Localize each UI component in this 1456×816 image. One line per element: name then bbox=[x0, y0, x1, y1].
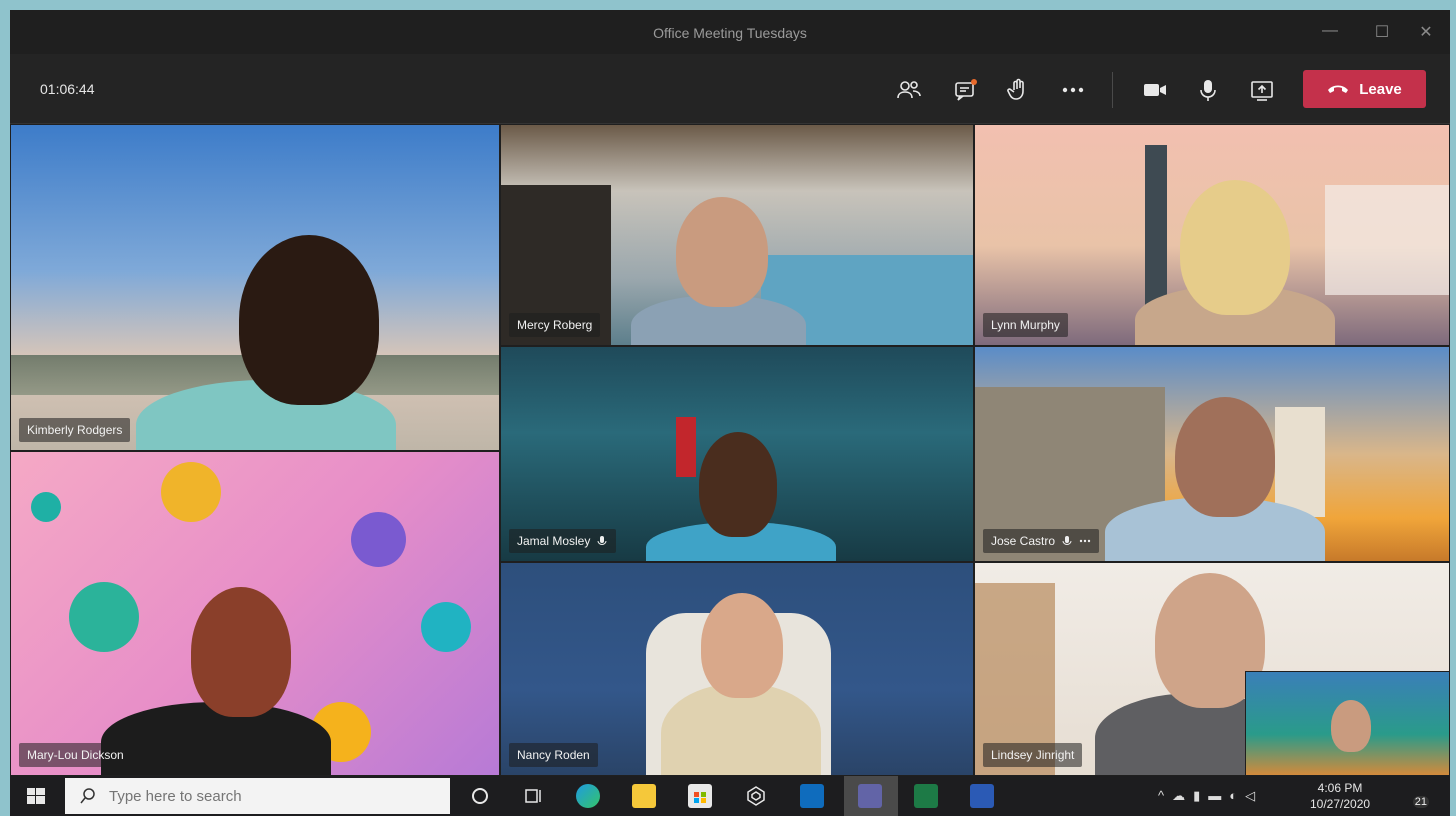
participant-name: Lynn Murphy bbox=[991, 318, 1060, 332]
red-accent-background bbox=[676, 417, 696, 477]
participant-name: Kimberly Rodgers bbox=[27, 423, 123, 437]
video-grid: Kimberly Rodgers Mercy Roberg Lynn Murph… bbox=[10, 124, 1450, 776]
video-tile-lindsey[interactable]: Lindsey Jinright bbox=[974, 562, 1450, 776]
participant-face bbox=[676, 197, 768, 307]
search-icon bbox=[80, 788, 95, 804]
window-title: Office Meeting Tuesdays bbox=[653, 25, 807, 41]
task-view-icon[interactable] bbox=[522, 784, 546, 808]
title-bar: Office Meeting Tuesdays — ☐ ✕ bbox=[10, 10, 1450, 54]
participant-name: Jose Castro bbox=[991, 534, 1056, 548]
participant-name: Mary-Lou Dickson bbox=[27, 748, 124, 762]
leave-button[interactable]: Leave bbox=[1303, 70, 1426, 108]
participant-face bbox=[699, 432, 777, 537]
system-clock[interactable]: 4:06 PM 10/27/2020 bbox=[1310, 780, 1370, 812]
video-tile-kimberly[interactable]: Kimberly Rodgers bbox=[10, 124, 500, 451]
video-tile-jamal[interactable]: Jamal Mosley bbox=[500, 346, 974, 562]
call-timer: 01:06:44 bbox=[40, 81, 95, 97]
clock-time: 4:06 PM bbox=[1317, 781, 1363, 795]
video-tile-mary-lou[interactable]: Mary-Lou Dickson bbox=[10, 451, 500, 776]
dev-app-icon[interactable] bbox=[744, 784, 768, 808]
system-tray-icons[interactable]: ^☁▮▬◐◁ bbox=[1158, 788, 1263, 804]
participants-icon[interactable] bbox=[895, 76, 923, 104]
name-tag: Mary-Lou Dickson bbox=[19, 743, 132, 767]
maximize-button[interactable]: ☐ bbox=[1372, 22, 1392, 42]
notification-center-icon[interactable]: 21 bbox=[1403, 784, 1429, 808]
ball-decoration bbox=[69, 582, 139, 652]
clock-date: 10/27/2020 bbox=[1310, 797, 1371, 811]
word-icon[interactable] bbox=[970, 784, 994, 808]
name-tag: Jose Castro bbox=[983, 529, 1100, 553]
call-controls-bar: 01:06:44 Leave bbox=[10, 54, 1450, 124]
participant-face bbox=[701, 593, 783, 698]
video-tile-nancy[interactable]: Nancy Roden bbox=[500, 562, 974, 776]
participant-name: Mercy Roberg bbox=[517, 318, 593, 332]
cortana-icon[interactable] bbox=[468, 784, 492, 808]
notification-badge: 21 bbox=[1412, 796, 1429, 808]
name-tag: Kimberly Rodgers bbox=[19, 418, 131, 442]
store-icon[interactable] bbox=[688, 784, 712, 808]
camera-icon[interactable] bbox=[1141, 76, 1169, 104]
participant-face bbox=[1180, 180, 1290, 315]
search-input[interactable] bbox=[109, 787, 409, 805]
more-icon[interactable] bbox=[1079, 535, 1091, 547]
phone-hangup-icon bbox=[1328, 85, 1349, 93]
name-tag: Lindsey Jinright bbox=[983, 743, 1083, 767]
close-button[interactable]: ✕ bbox=[1416, 22, 1436, 42]
mountain-background bbox=[1325, 185, 1449, 295]
start-icon[interactable] bbox=[24, 784, 48, 808]
participant-name: Nancy Roden bbox=[517, 748, 590, 762]
video-tile-lynn[interactable]: Lynn Murphy bbox=[974, 124, 1450, 346]
leave-label: Leave bbox=[1359, 80, 1402, 98]
chat-icon[interactable] bbox=[952, 76, 980, 104]
video-tile-mercy[interactable]: Mercy Roberg bbox=[500, 124, 974, 346]
name-tag: Nancy Roden bbox=[509, 743, 598, 767]
more-icon[interactable] bbox=[1059, 76, 1087, 104]
microphone-icon bbox=[597, 536, 607, 546]
participant-face bbox=[1175, 397, 1275, 517]
microphone-icon[interactable] bbox=[1194, 76, 1222, 104]
participant-name: Lindsey Jinright bbox=[991, 748, 1075, 762]
participant-body bbox=[101, 702, 331, 775]
edge-icon[interactable] bbox=[576, 784, 600, 808]
name-tag: Lynn Murphy bbox=[983, 313, 1068, 337]
teams-meeting-window: Office Meeting Tuesdays — ☐ ✕ 01:06:44 L… bbox=[10, 10, 1450, 776]
participant-face bbox=[239, 235, 379, 405]
ball-decoration bbox=[351, 512, 406, 567]
windows-taskbar: ^☁▮▬◐◁ 4:06 PM 10/27/2020 21 bbox=[10, 776, 1450, 816]
self-view-preview[interactable] bbox=[1245, 671, 1449, 775]
minimize-button[interactable]: — bbox=[1320, 22, 1340, 40]
ball-decoration bbox=[31, 492, 61, 522]
name-tag: Jamal Mosley bbox=[509, 529, 617, 553]
outlook-icon[interactable] bbox=[800, 784, 824, 808]
raise-hand-icon[interactable] bbox=[1004, 76, 1032, 104]
share-screen-icon[interactable] bbox=[1248, 76, 1276, 104]
taskbar-search[interactable] bbox=[65, 778, 450, 814]
teams-icon[interactable] bbox=[858, 784, 882, 808]
self-view-face bbox=[1331, 700, 1371, 752]
microphone-icon bbox=[1062, 536, 1072, 546]
excel-icon[interactable] bbox=[914, 784, 938, 808]
toolbar-divider bbox=[1112, 72, 1113, 108]
ball-decoration bbox=[161, 462, 221, 522]
participant-name: Jamal Mosley bbox=[517, 534, 591, 548]
participant-face bbox=[191, 587, 291, 717]
ball-decoration bbox=[421, 602, 471, 652]
leaning-tower-background bbox=[1275, 407, 1325, 517]
name-tag: Mercy Roberg bbox=[509, 313, 601, 337]
file-explorer-icon[interactable] bbox=[632, 784, 656, 808]
video-tile-jose[interactable]: Jose Castro bbox=[974, 346, 1450, 562]
